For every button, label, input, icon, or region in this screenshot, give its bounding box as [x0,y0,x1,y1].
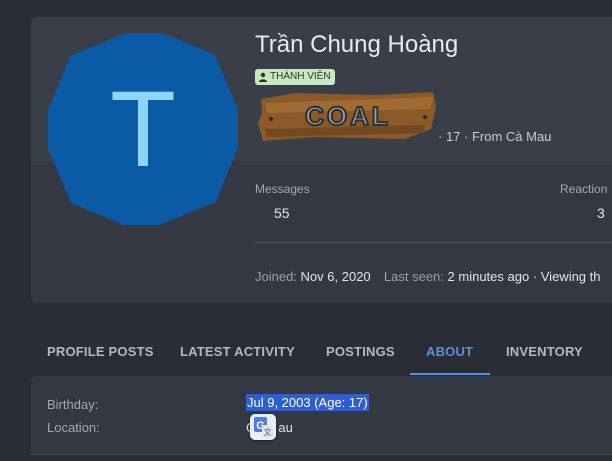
stat-label-reaction: Reaction [560,182,608,196]
location-label: Location: [47,420,100,435]
user-icon [259,72,267,82]
active-tab-indicator [410,373,490,375]
last-seen-value[interactable]: 2 minutes ago · Viewing th [448,269,601,284]
joined-value: Nov 6, 2020 [300,269,371,284]
activity-line: Joined: Nov 6, 2020 Last seen: 2 minutes… [255,269,601,284]
birthday-label: Birthday: [47,397,99,412]
profile-tabs: PROFILE POSTS LATEST ACTIVITY POSTINGS A… [31,330,612,376]
tab-latest-activity[interactable]: LATEST ACTIVITY [180,330,295,374]
stats-divider [255,242,612,243]
rank-banner: COAL [258,92,436,141]
age-location-line: · 17 · From Cà Mau [438,129,552,144]
google-translate-icon[interactable]: G 文 [250,414,276,440]
tab-postings[interactable]: POSTINGS [326,330,395,374]
tab-profile-posts[interactable]: PROFILE POSTS [47,330,154,374]
location-value-suffix: au [278,420,293,435]
about-panel-border [31,454,612,455]
user-title-badge: THÀNH VIÊN [255,69,335,85]
avatar-letter: T [110,68,176,189]
stat-value-messages[interactable]: 55 [274,205,290,221]
birthday-value: Jul 9, 2003 (Age: 17) [246,394,369,411]
birthday-selected-text: Jul 9, 2003 (Age: 17) [246,394,369,411]
svg-text:文: 文 [264,427,272,437]
profile-header-card: T Trần Chung Hoàng THÀNH VIÊN COAL · 17 … [31,17,612,303]
stat-label-messages: Messages [255,182,310,196]
last-seen-label: Last seen: [383,269,444,284]
badge-label: THÀNH VIÊN [270,71,331,82]
about-panel: Birthday: Jul 9, 2003 (Age: 17) Location… [31,376,612,454]
avatar[interactable]: T [48,33,238,225]
profile-name: Trần Chung Hoàng [255,31,459,58]
tab-about[interactable]: ABOUT [426,330,473,374]
tab-inventory[interactable]: INVENTORY [506,330,583,374]
joined-label: Joined: [255,269,297,284]
rank-banner-text: COAL [305,101,391,131]
stat-value-reaction[interactable]: 3 [597,205,605,221]
